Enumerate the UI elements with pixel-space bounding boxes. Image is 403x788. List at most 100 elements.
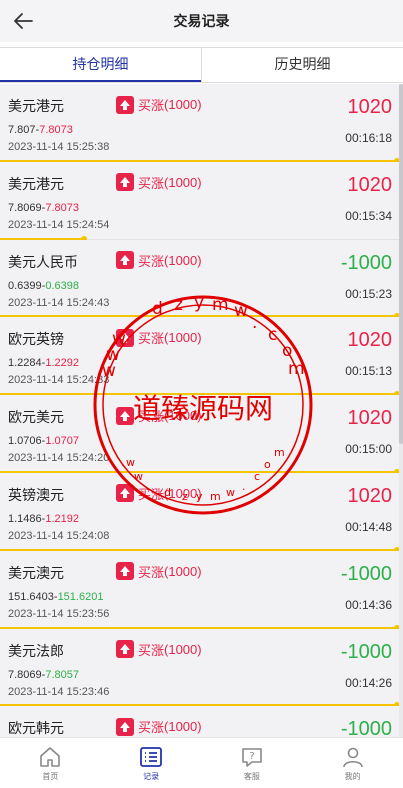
countdown-timer: 00:15:00 (345, 442, 392, 457)
trade-list[interactable]: 美元港元 买涨 (1000) 7.807-7.8073 2023-11-14 1… (0, 84, 400, 737)
close-price: 0.6398 (45, 279, 79, 292)
trade-row[interactable]: 美元港元 买涨 (1000) 7.807-7.8073 2023-11-14 1… (0, 84, 400, 164)
scroll-thumb[interactable] (399, 84, 403, 444)
trade-pair: 美元港元 (8, 175, 64, 192)
trade-datetime: 2023-11-14 15:24:54 (8, 218, 110, 231)
trade-amount: (1000) (164, 330, 202, 346)
direction-label: 买涨 (138, 720, 165, 736)
nav-home-label: 首页 (42, 772, 59, 781)
trade-direction: 买涨 (1000) (116, 328, 202, 347)
nav-mine-label: 我的 (344, 772, 361, 781)
trade-amount: (1000) (164, 641, 202, 657)
direction-label: 买涨 (138, 175, 165, 191)
arrow-up-icon (116, 173, 134, 192)
direction-label: 买涨 (138, 253, 165, 269)
countdown-timer: 00:14:26 (345, 675, 392, 690)
arrow-up-icon (116, 251, 134, 270)
trade-direction: 买涨 (1000) (116, 717, 202, 736)
arrow-up-icon (116, 95, 134, 114)
header-bar: 交易记录 (0, 0, 403, 42)
close-price: 1.2192 (45, 512, 79, 525)
trade-amount: (1000) (164, 485, 202, 501)
countdown-timer: 00:14:36 (345, 597, 392, 612)
tab-history[interactable]: 历史明细 (202, 48, 403, 82)
trade-direction: 买涨 (1000) (116, 95, 202, 114)
trade-direction: 买涨 (1000) (116, 173, 202, 192)
trade-prices: 1.2284-1.2292 (8, 357, 79, 369)
trade-row[interactable]: 欧元美元 买涨 (1000) 1.0706-1.0707 2023-11-14 … (0, 395, 400, 475)
trade-pair: 美元法郎 (8, 642, 64, 659)
trade-datetime: 2023-11-14 15:24:43 (8, 296, 110, 309)
tab-positions[interactable]: 持仓明细 (0, 48, 201, 82)
direction-label: 买涨 (138, 98, 165, 113)
open-price: 0.6399 (8, 279, 42, 292)
svg-text:?: ? (249, 751, 254, 762)
countdown-timer: 00:14:48 (345, 519, 392, 534)
trade-row[interactable]: 欧元英镑 买涨 (1000) 1.2284-1.2292 2023-11-14 … (0, 317, 400, 398)
trade-amount: (1000) (164, 408, 202, 424)
profit-loss: 1020 (347, 484, 393, 507)
close-price: 1.2292 (45, 357, 79, 370)
page-title: 交易记录 (173, 13, 230, 29)
direction-label: 买涨 (138, 409, 165, 425)
close-price: 7.8057 (45, 668, 79, 681)
open-price: 7.807 (8, 124, 36, 136)
open-price: 7.8069 (8, 668, 42, 681)
close-price: 7.8073 (45, 201, 79, 214)
trade-pair: 欧元美元 (8, 409, 64, 426)
trade-row[interactable]: 美元法郎 买涨 (1000) 7.8069-7.8057 2023-11-14 … (0, 628, 400, 709)
trade-prices: 7.807-7.8073 (8, 124, 73, 136)
close-price: 151.6201 (57, 590, 104, 603)
trade-datetime: 2023-11-14 15:24:33 (8, 374, 110, 387)
profit-loss: 1020 (347, 407, 393, 430)
trade-pair: 英镑澳元 (8, 486, 64, 503)
trade-datetime: 2023-11-14 15:24:08 (8, 529, 110, 542)
trade-direction: 买涨 (1000) (116, 251, 202, 270)
profit-loss: 1020 (347, 329, 393, 352)
scrollbar[interactable] (399, 84, 403, 737)
profit-loss: -1000 (340, 718, 392, 737)
profit-loss: 1020 (347, 96, 393, 118)
nav-service-label: 客服 (243, 772, 260, 781)
close-price: 1.0707 (45, 435, 79, 448)
trade-row[interactable]: 美元港元 买涨 (1000) 7.8069-7.8073 2023-11-14 … (0, 161, 400, 242)
trade-prices: 7.8069-7.8057 (8, 669, 79, 681)
trade-prices: 7.8069-7.8073 (8, 202, 79, 214)
nav-mine[interactable]: 我的 (302, 738, 403, 788)
nav-service[interactable]: ? 客服 (202, 738, 303, 788)
trade-direction: 买涨 (1000) (116, 562, 202, 581)
list-icon (140, 747, 163, 767)
open-price: 1.0706 (8, 435, 42, 448)
trade-row[interactable]: 美元澳元 买涨 (1000) 151.6403-151.6201 2023-11… (0, 550, 400, 631)
profit-loss: -1000 (340, 251, 392, 274)
trade-prices: 0.6399-0.6398 (8, 280, 79, 292)
user-icon (342, 747, 363, 768)
nav-home[interactable]: 首页 (0, 738, 101, 788)
trade-pair: 欧元英镑 (8, 331, 64, 348)
tab-bar: 持仓明细 历史明细 (0, 47, 403, 83)
direction-label: 买涨 (138, 642, 165, 658)
trade-amount: (1000) (164, 174, 202, 190)
trade-direction: 买涨 (1000) (116, 640, 202, 659)
open-price: 7.8069 (8, 201, 42, 214)
direction-label: 买涨 (138, 486, 165, 502)
chat-help-icon: ? (242, 748, 262, 767)
arrow-up-icon (116, 406, 134, 425)
countdown-timer: 00:15:34 (345, 208, 392, 223)
trade-pair: 欧元韩元 (8, 720, 64, 737)
trade-row[interactable]: 英镑澳元 买涨 (1000) 1.1486-1.2192 2023-11-14 … (0, 472, 400, 553)
trade-prices: 1.0706-1.0707 (8, 435, 79, 447)
close-price: 7.8073 (39, 124, 73, 136)
trade-amount: (1000) (164, 719, 202, 735)
countdown-timer: 00:16:18 (345, 131, 392, 145)
trade-amount: (1000) (164, 563, 202, 579)
nav-records[interactable]: 记录 (101, 738, 202, 788)
direction-label: 买涨 (138, 331, 165, 347)
trade-row[interactable]: 美元人民币 买涨 (1000) 0.6399-0.6398 2023-11-14… (0, 239, 400, 320)
profit-loss: -1000 (340, 562, 392, 585)
arrow-up-icon (116, 562, 134, 581)
trade-prices: 1.1486-1.2192 (8, 513, 79, 525)
trade-row[interactable]: 欧元韩元 买涨 (1000) -1000 (0, 706, 400, 737)
arrow-up-icon (116, 717, 134, 736)
trade-pair: 美元港元 (8, 98, 64, 114)
